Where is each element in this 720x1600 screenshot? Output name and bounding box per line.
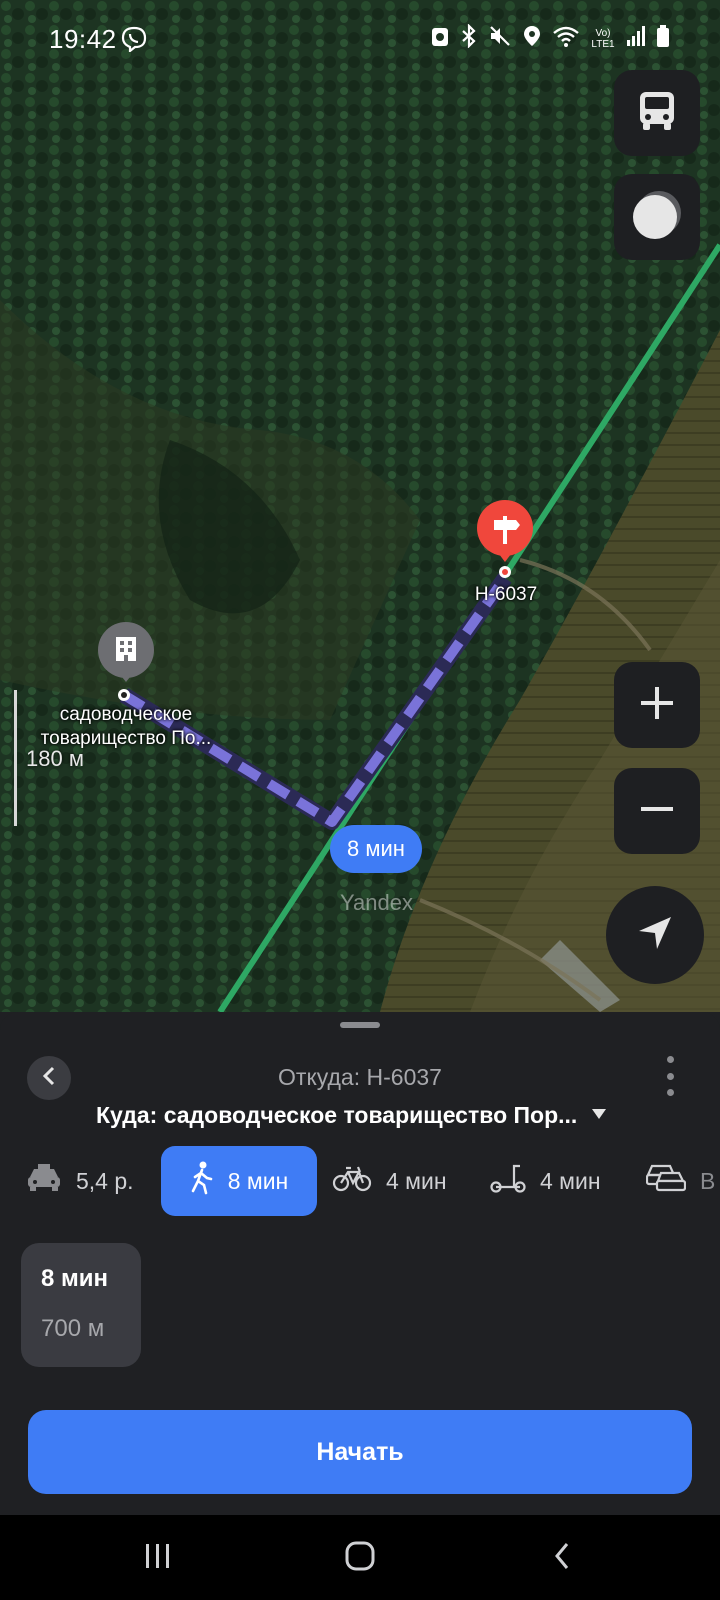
map-view[interactable]: 19:42 Vo) LTE1 Н-6037 садоводческое това… (0, 0, 720, 1012)
dropdown-triangle-icon (591, 1107, 607, 1125)
zoom-in-button[interactable] (614, 662, 700, 748)
mode-bicycle-label: 4 мин (386, 1167, 447, 1194)
yandex-watermark: Yandex (340, 890, 413, 915)
recent-apps-icon (143, 1542, 173, 1575)
mode-car[interactable]: В (645, 1146, 716, 1216)
viber-icon (121, 26, 147, 57)
system-nav-bar (0, 1515, 720, 1600)
my-location-button[interactable] (606, 886, 704, 984)
more-dot (666, 1089, 674, 1096)
bicycle-icon (332, 1163, 372, 1199)
zoom-out-button[interactable] (614, 768, 700, 854)
mode-taxi[interactable]: 5,4 р. (26, 1146, 134, 1216)
battery-icon (656, 24, 670, 53)
car-icon (645, 1162, 687, 1200)
mode-scooter-label: 4 мин (540, 1167, 601, 1194)
sheet-drag-handle[interactable] (340, 1022, 380, 1028)
status-time: 19:42 (49, 24, 117, 54)
route-to: Куда: садоводческое товарищество Пор... (96, 1102, 578, 1128)
bluetooth-icon (460, 23, 478, 53)
zoom-out-icon (639, 791, 675, 832)
destination-label: садоводческое товарищество По... (40, 704, 212, 749)
taxi-icon (26, 1163, 62, 1199)
route-option-distance: 700 м (41, 1315, 105, 1342)
system-back-button[interactable] (532, 1535, 592, 1581)
scale-label: 180 м (26, 746, 84, 771)
more-dot (666, 1072, 674, 1080)
walk-icon (190, 1161, 214, 1201)
destination-pin[interactable] (98, 622, 154, 704)
back-icon (552, 1541, 572, 1576)
start-button[interactable]: Начать (28, 1410, 692, 1494)
mode-bicycle[interactable]: 4 мин (332, 1146, 447, 1216)
layers-button[interactable] (614, 174, 700, 260)
route-panel: Откуда: Н-6037 Куда: садоводческое товар… (0, 1012, 720, 1515)
route-to-row[interactable]: Куда: садоводческое товарищество Пор... (96, 1102, 607, 1129)
layers-icon (631, 189, 683, 246)
mode-walk[interactable]: 8 мин (161, 1146, 317, 1216)
transport-button[interactable] (614, 70, 700, 156)
route-option-time: 8 мин (41, 1265, 109, 1292)
more-options-button[interactable] (654, 1056, 686, 1096)
network-label: Vo) LTE1 (591, 27, 615, 50)
mode-walk-label: 8 мин (227, 1167, 289, 1194)
home-icon (344, 1540, 376, 1577)
origin-label: Н-6037 (474, 584, 538, 605)
scale-bar (14, 690, 17, 826)
more-dot (666, 1056, 674, 1063)
route-option-card[interactable]: 8 мин 700 м (21, 1243, 141, 1367)
bus-icon (637, 89, 677, 138)
wifi-icon (552, 24, 580, 53)
location-arrow-icon (635, 913, 675, 958)
status-bar: 19:42 Vo) LTE1 (0, 0, 720, 80)
route-from[interactable]: Откуда: Н-6037 (0, 1064, 720, 1091)
mute-icon (488, 24, 512, 53)
mode-scooter[interactable]: 4 мин (490, 1146, 601, 1216)
home-button[interactable] (330, 1535, 390, 1581)
mode-taxi-label: 5,4 р. (76, 1167, 134, 1194)
location-icon (522, 24, 542, 53)
transport-mode-tabs: 5,4 р. 8 мин 4 мин 4 мин В (0, 1146, 720, 1216)
signal-icon (626, 24, 646, 53)
mode-car-label: В (700, 1167, 716, 1194)
recent-apps-button[interactable] (128, 1535, 188, 1581)
route-time-chip[interactable]: 8 мин (330, 825, 422, 873)
zoom-in-icon (639, 685, 675, 726)
scooter-icon (490, 1162, 526, 1200)
data-saver-icon (430, 24, 450, 53)
origin-pin[interactable] (476, 500, 534, 578)
